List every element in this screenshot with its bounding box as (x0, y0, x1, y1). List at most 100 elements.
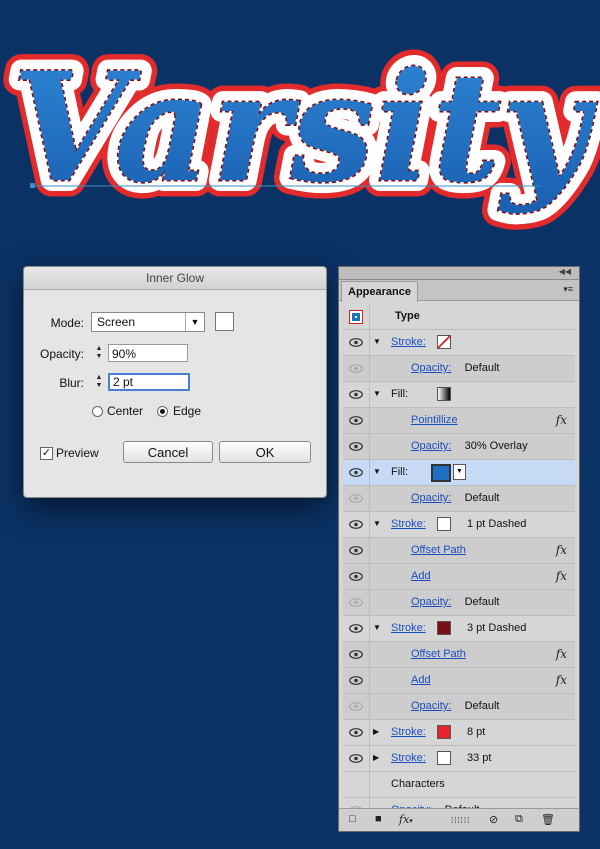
chevron-down-icon[interactable]: ▼ (453, 464, 466, 480)
panel-titlebar[interactable]: ◀◀ (339, 267, 579, 280)
visibility-eye-icon[interactable] (343, 434, 370, 459)
clear-appearance-icon[interactable]: ⊘ (489, 813, 498, 826)
visibility-eye-icon[interactable] (343, 408, 370, 433)
appearance-row[interactable]: Opacity: Default (343, 486, 575, 512)
visibility-eye-icon[interactable] (343, 590, 370, 615)
appearance-row[interactable]: ▼ Fill: (343, 382, 575, 408)
appearance-attribute-link[interactable]: Stroke: (391, 622, 426, 634)
disclosure-closed-icon[interactable]: ▶ (373, 727, 379, 736)
appearance-row[interactable]: ▼ Stroke: 3 pt Dashed (343, 616, 575, 642)
add-new-stroke-icon[interactable]: □ (349, 813, 356, 825)
center-radio-label: Center (107, 404, 144, 418)
effect-fx-icon[interactable]: fx (556, 569, 567, 583)
appearance-attribute-link[interactable]: Add (411, 570, 431, 582)
appearance-row[interactable]: ▶ Stroke: 8 pt (343, 720, 575, 746)
appearance-attribute-link[interactable]: Pointillize (411, 414, 457, 426)
opacity-stepper[interactable]: ▲ ▼ (92, 344, 106, 362)
center-radio[interactable] (92, 406, 103, 417)
visibility-eye-icon[interactable] (343, 564, 370, 589)
visibility-eye-icon[interactable] (343, 746, 370, 771)
appearance-attribute-link[interactable]: Offset Path (411, 648, 466, 660)
dialog-title: Inner Glow (24, 267, 326, 290)
blur-field[interactable]: 2 pt (108, 373, 190, 391)
visibility-eye-icon[interactable] (343, 512, 370, 537)
appearance-attribute-link[interactable]: Add (411, 674, 431, 686)
appearance-attribute-link[interactable]: Opacity: (411, 492, 451, 504)
disclosure-open-icon[interactable]: ▼ (373, 467, 381, 476)
appearance-row[interactable]: Opacity: Default (343, 590, 575, 616)
preview-checkbox[interactable]: ✓ (40, 447, 53, 460)
appearance-row[interactable]: ▼ Stroke: (343, 330, 575, 356)
appearance-row[interactable]: Offset Path fx (343, 642, 575, 668)
varsity-artwork: Varsity Varsity Varsity Varsity (0, 0, 600, 262)
disclosure-open-icon[interactable]: ▼ (373, 389, 381, 398)
appearance-attribute-link[interactable]: Opacity: (411, 596, 451, 608)
appearance-row[interactable]: Type (343, 304, 575, 330)
stroke-color-swatch[interactable] (437, 621, 451, 635)
gradient-fill-swatch[interactable] (437, 387, 451, 401)
appearance-attribute-link[interactable]: Stroke: (391, 518, 426, 530)
appearance-attribute-link[interactable]: Stroke: (391, 752, 426, 764)
visibility-eye-icon[interactable] (343, 356, 370, 381)
visibility-eye-icon[interactable] (343, 382, 370, 407)
add-new-fill-icon[interactable]: ■ (375, 813, 382, 825)
visibility-eye-icon[interactable] (343, 694, 370, 719)
appearance-row[interactable]: Opacity: Default (343, 694, 575, 720)
appearance-attribute-link[interactable]: Stroke: (391, 726, 426, 738)
disclosure-open-icon[interactable]: ▼ (373, 519, 381, 528)
baseline-anchor[interactable] (30, 183, 35, 188)
disclosure-open-icon[interactable]: ▼ (373, 623, 381, 632)
stroke-color-swatch[interactable] (437, 751, 451, 765)
appearance-row[interactable]: Add fx (343, 564, 575, 590)
opacity-field[interactable]: 90% (108, 344, 188, 362)
appearance-attribute-link[interactable]: Opacity: (411, 700, 451, 712)
appearance-row[interactable]: ▼ Stroke: 1 pt Dashed (343, 512, 575, 538)
effect-fx-icon[interactable]: fx (556, 647, 567, 661)
edge-radio[interactable] (157, 406, 168, 417)
visibility-eye-icon[interactable] (343, 720, 370, 745)
appearance-row[interactable]: Opacity: Default (343, 356, 575, 382)
visibility-eye-icon[interactable] (343, 460, 370, 485)
visibility-eye-icon[interactable] (343, 668, 370, 693)
stroke-color-swatch[interactable] (437, 517, 451, 531)
panel-grip-icon[interactable]: ⁞⁞⁞⁞⁞⁞ (451, 816, 470, 825)
visibility-eye-icon[interactable] (343, 642, 370, 667)
appearance-attribute-link[interactable]: Opacity: (411, 440, 451, 452)
appearance-attribute-link[interactable]: Stroke: (391, 336, 426, 348)
appearance-row[interactable]: Add fx (343, 668, 575, 694)
fill-color-swatch[interactable] (431, 464, 451, 482)
visibility-eye-icon[interactable] (343, 616, 370, 641)
visibility-eye-icon[interactable] (343, 538, 370, 563)
visibility-eye-icon[interactable] (343, 772, 370, 797)
cancel-button[interactable]: Cancel (123, 441, 213, 463)
duplicate-item-icon[interactable]: ⧉ (515, 813, 523, 826)
panel-menu-icon[interactable]: ▾≡ (563, 284, 573, 295)
appearance-value: Default (464, 362, 500, 374)
visibility-eye-icon[interactable] (343, 330, 370, 355)
mode-select[interactable]: Screen ▼ (91, 312, 205, 332)
add-effect-icon[interactable]: fx▾ (399, 813, 413, 826)
tab-appearance[interactable]: Appearance (341, 281, 418, 302)
appearance-row[interactable]: Characters (343, 772, 575, 798)
glow-color-swatch[interactable] (215, 312, 234, 331)
appearance-row[interactable]: ▶ Stroke: 33 pt (343, 746, 575, 772)
appearance-row[interactable]: ▼ Fill: ▼ (343, 460, 575, 486)
appearance-row[interactable]: Pointillize fx (343, 408, 575, 434)
appearance-attribute-link[interactable]: Opacity: (411, 362, 451, 374)
edge-radio-label: Edge (173, 404, 202, 418)
appearance-attribute-link[interactable]: Offset Path (411, 544, 466, 556)
appearance-row[interactable]: Opacity: 30% Overlay (343, 434, 575, 460)
visibility-eye-icon[interactable] (343, 486, 370, 511)
disclosure-closed-icon[interactable]: ▶ (373, 753, 379, 762)
appearance-row[interactable]: Offset Path fx (343, 538, 575, 564)
effect-fx-icon[interactable]: fx (556, 543, 567, 557)
trash-icon[interactable]: 🗑 (541, 813, 555, 826)
effect-fx-icon[interactable]: fx (556, 413, 567, 427)
collapse-icon[interactable]: ◀◀ (559, 267, 571, 276)
none-stroke-swatch[interactable] (437, 335, 451, 349)
blur-stepper[interactable]: ▲ ▼ (92, 373, 106, 391)
ok-button[interactable]: OK (219, 441, 311, 463)
effect-fx-icon[interactable]: fx (556, 673, 567, 687)
stroke-color-swatch[interactable] (437, 725, 451, 739)
disclosure-open-icon[interactable]: ▼ (373, 337, 381, 346)
